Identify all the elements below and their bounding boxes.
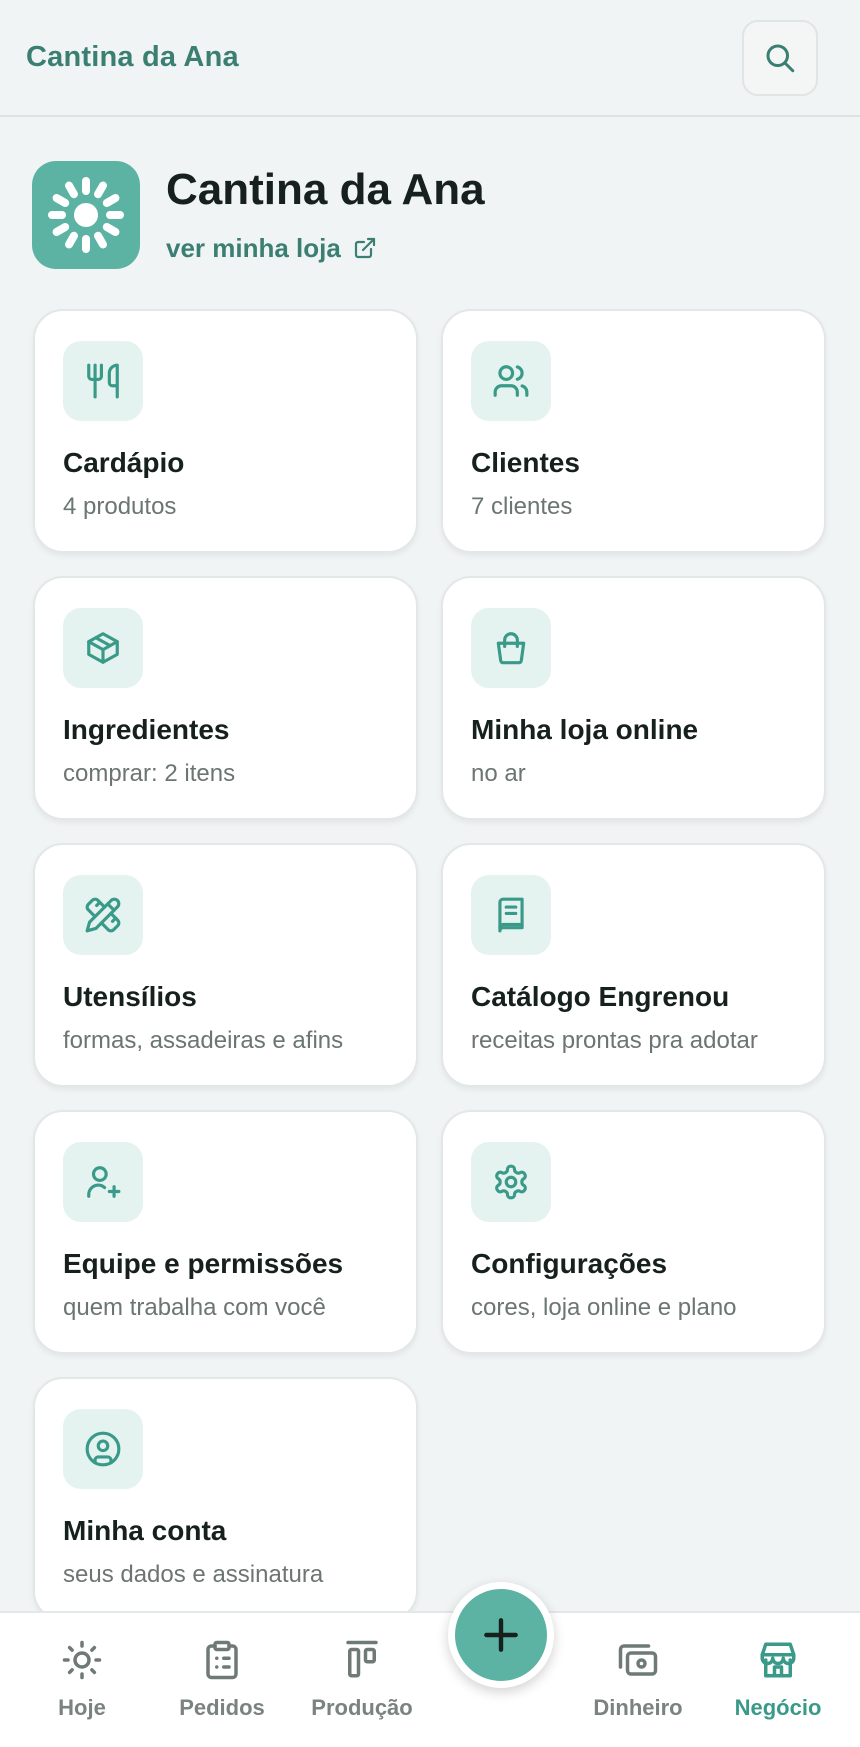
nav-item-hoje[interactable]: Hoje (12, 1639, 152, 1721)
card-icon-box (63, 875, 143, 955)
pencil-ruler-icon (85, 897, 121, 933)
nav-label: Produção (311, 1695, 413, 1720)
card-subtitle: cores, loja online e plano (471, 1294, 737, 1321)
store-header: Cantina da Ana ver minha loja (32, 161, 485, 269)
view-store-link[interactable]: ver minha loja (166, 233, 485, 264)
money-icon (618, 1644, 658, 1676)
nav-item-dinheiro[interactable]: Dinheiro (568, 1639, 708, 1721)
card-subtitle: formas, assadeiras e afins (63, 1027, 344, 1054)
card-subtitle: receitas prontas pra adotar (471, 1027, 758, 1054)
nav-label: Hoje (58, 1695, 106, 1720)
card-subtitle: 4 produtos (63, 493, 177, 520)
users-icon (493, 365, 529, 397)
card-title: Minha conta (63, 1515, 227, 1546)
card-subtitle: quem trabalha com você (63, 1294, 326, 1321)
card-title: Ingredientes (63, 714, 230, 745)
store-icon (760, 1642, 796, 1678)
card-icon-box (471, 1142, 551, 1222)
card-cardapio[interactable]: Cardápio 4 produtos (33, 309, 418, 553)
user-circle-icon (85, 1431, 121, 1467)
nav-label: Negócio (734, 1695, 822, 1720)
utensils-icon (87, 363, 119, 399)
card-icon-box (63, 608, 143, 688)
card-ingredientes[interactable]: Ingredientes comprar: 2 itens (33, 576, 418, 820)
card-icon-box (471, 608, 551, 688)
bottom-nav: Hoje Pedidos Produção Dinheiro Negócio (0, 1611, 860, 1747)
card-title: Clientes (471, 447, 580, 478)
card-title: Equipe e permissões (63, 1248, 344, 1279)
store-name: Cantina da Ana (166, 165, 485, 215)
card-title: Catálogo Engrenou (471, 981, 730, 1012)
sun-icon (62, 1640, 102, 1680)
search-icon (766, 44, 795, 72)
production-icon (346, 1640, 378, 1678)
card-title: Configurações (471, 1248, 668, 1279)
card-icon-box (471, 341, 551, 421)
card-icon-box (63, 341, 143, 421)
clipboard-icon (206, 1640, 238, 1680)
card-title: Cardápio (63, 447, 185, 478)
card-icon-box (63, 1142, 143, 1222)
card-subtitle: seus dados e assinatura (63, 1561, 324, 1588)
top-bar: Cantina da Ana (0, 0, 860, 117)
box-icon (87, 632, 119, 664)
external-link-icon (354, 238, 375, 259)
shopping-bag-icon (496, 632, 526, 665)
user-plus-icon (87, 1166, 121, 1198)
plus-icon (484, 1618, 518, 1652)
view-store-label: ver minha loja (166, 232, 341, 263)
nav-label: Dinheiro (593, 1695, 683, 1720)
add-button[interactable] (448, 1582, 554, 1688)
card-title: Utensílios (63, 981, 197, 1012)
nav-item-pedidos[interactable]: Pedidos (152, 1639, 292, 1721)
card-icon-box (471, 875, 551, 955)
nav-item-negocio[interactable]: Negócio (708, 1639, 848, 1721)
card-subtitle: comprar: 2 itens (63, 760, 236, 787)
nav-item-producao[interactable]: Produção (292, 1639, 432, 1721)
gear-icon (495, 1164, 527, 1200)
card-configuracoes[interactable]: Configurações cores, loja online e plano (441, 1110, 826, 1354)
sun-logo-icon (48, 177, 124, 253)
card-equipe[interactable]: Equipe e permissões quem trabalha com vo… (33, 1110, 418, 1354)
card-icon-box (63, 1409, 143, 1489)
card-clientes[interactable]: Clientes 7 clientes (441, 309, 826, 553)
card-utensilios[interactable]: Utensílios formas, assadeiras e afins (33, 843, 418, 1087)
business-grid: Cardápio 4 produtos Clientes 7 clientes … (33, 309, 826, 1621)
card-title: Minha loja online (471, 714, 699, 745)
store-info: Cantina da Ana ver minha loja (166, 165, 485, 264)
app-title: Cantina da Ana (26, 41, 239, 73)
card-subtitle: 7 clientes (471, 493, 573, 520)
card-loja-online[interactable]: Minha loja online no ar (441, 576, 826, 820)
nav-label: Pedidos (179, 1695, 265, 1720)
search-button[interactable] (742, 19, 818, 96)
card-minha-conta[interactable]: Minha conta seus dados e assinatura (33, 1377, 418, 1621)
book-icon (498, 897, 524, 933)
store-logo (32, 161, 140, 269)
card-catalogo[interactable]: Catálogo Engrenou receitas prontas pra a… (441, 843, 826, 1087)
card-subtitle: no ar (471, 760, 526, 787)
